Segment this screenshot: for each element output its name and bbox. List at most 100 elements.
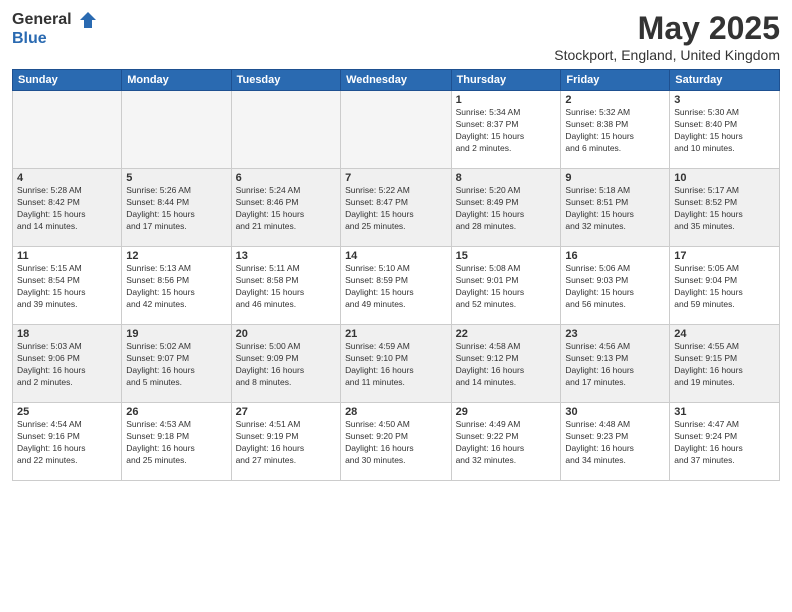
day-info: Sunrise: 5:03 AM Sunset: 9:06 PM Dayligh… — [17, 341, 117, 389]
calendar-cell: 24Sunrise: 4:55 AM Sunset: 9:15 PM Dayli… — [670, 325, 780, 403]
calendar-cell: 10Sunrise: 5:17 AM Sunset: 8:52 PM Dayli… — [670, 169, 780, 247]
day-number: 16 — [565, 250, 665, 262]
calendar-table: SundayMondayTuesdayWednesdayThursdayFrid… — [12, 69, 780, 481]
day-number: 30 — [565, 406, 665, 418]
day-info: Sunrise: 4:53 AM Sunset: 9:18 PM Dayligh… — [126, 419, 226, 467]
day-info: Sunrise: 5:10 AM Sunset: 8:59 PM Dayligh… — [345, 263, 447, 311]
day-info: Sunrise: 4:54 AM Sunset: 9:16 PM Dayligh… — [17, 419, 117, 467]
calendar-cell: 30Sunrise: 4:48 AM Sunset: 9:23 PM Dayli… — [561, 403, 670, 481]
calendar-cell: 18Sunrise: 5:03 AM Sunset: 9:06 PM Dayli… — [13, 325, 122, 403]
day-number: 18 — [17, 328, 117, 340]
day-info: Sunrise: 4:55 AM Sunset: 9:15 PM Dayligh… — [674, 341, 775, 389]
calendar-cell: 8Sunrise: 5:20 AM Sunset: 8:49 PM Daylig… — [451, 169, 561, 247]
day-info: Sunrise: 5:22 AM Sunset: 8:47 PM Dayligh… — [345, 185, 447, 233]
calendar-cell: 15Sunrise: 5:08 AM Sunset: 9:01 PM Dayli… — [451, 247, 561, 325]
weekday-header-thursday: Thursday — [451, 70, 561, 91]
title-block: May 2025 Stockport, England, United King… — [554, 10, 780, 63]
day-info: Sunrise: 5:18 AM Sunset: 8:51 PM Dayligh… — [565, 185, 665, 233]
day-number: 8 — [456, 172, 557, 184]
day-number: 27 — [236, 406, 336, 418]
calendar-cell — [13, 91, 122, 169]
calendar-cell — [122, 91, 231, 169]
day-number: 21 — [345, 328, 447, 340]
day-number: 17 — [674, 250, 775, 262]
calendar-cell: 21Sunrise: 4:59 AM Sunset: 9:10 PM Dayli… — [341, 325, 452, 403]
day-info: Sunrise: 4:47 AM Sunset: 9:24 PM Dayligh… — [674, 419, 775, 467]
calendar-cell: 13Sunrise: 5:11 AM Sunset: 8:58 PM Dayli… — [231, 247, 340, 325]
day-number: 26 — [126, 406, 226, 418]
day-info: Sunrise: 5:05 AM Sunset: 9:04 PM Dayligh… — [674, 263, 775, 311]
day-info: Sunrise: 5:06 AM Sunset: 9:03 PM Dayligh… — [565, 263, 665, 311]
day-number: 1 — [456, 94, 557, 106]
calendar-cell: 20Sunrise: 5:00 AM Sunset: 9:09 PM Dayli… — [231, 325, 340, 403]
day-number: 23 — [565, 328, 665, 340]
day-info: Sunrise: 5:02 AM Sunset: 9:07 PM Dayligh… — [126, 341, 226, 389]
day-number: 25 — [17, 406, 117, 418]
day-number: 3 — [674, 94, 775, 106]
calendar-cell: 12Sunrise: 5:13 AM Sunset: 8:56 PM Dayli… — [122, 247, 231, 325]
day-number: 20 — [236, 328, 336, 340]
calendar-cell: 3Sunrise: 5:30 AM Sunset: 8:40 PM Daylig… — [670, 91, 780, 169]
day-number: 15 — [456, 250, 557, 262]
day-number: 5 — [126, 172, 226, 184]
day-info: Sunrise: 5:08 AM Sunset: 9:01 PM Dayligh… — [456, 263, 557, 311]
weekday-header-saturday: Saturday — [670, 70, 780, 91]
day-info: Sunrise: 5:20 AM Sunset: 8:49 PM Dayligh… — [456, 185, 557, 233]
weekday-header-friday: Friday — [561, 70, 670, 91]
calendar-cell — [231, 91, 340, 169]
logo-blue: Blue — [12, 30, 98, 48]
day-info: Sunrise: 5:11 AM Sunset: 8:58 PM Dayligh… — [236, 263, 336, 311]
day-info: Sunrise: 5:26 AM Sunset: 8:44 PM Dayligh… — [126, 185, 226, 233]
logo-general: General — [12, 10, 98, 30]
calendar-cell: 2Sunrise: 5:32 AM Sunset: 8:38 PM Daylig… — [561, 91, 670, 169]
calendar-cell: 14Sunrise: 5:10 AM Sunset: 8:59 PM Dayli… — [341, 247, 452, 325]
day-info: Sunrise: 4:48 AM Sunset: 9:23 PM Dayligh… — [565, 419, 665, 467]
calendar-cell: 16Sunrise: 5:06 AM Sunset: 9:03 PM Dayli… — [561, 247, 670, 325]
day-number: 24 — [674, 328, 775, 340]
day-info: Sunrise: 5:30 AM Sunset: 8:40 PM Dayligh… — [674, 107, 775, 155]
calendar-cell: 9Sunrise: 5:18 AM Sunset: 8:51 PM Daylig… — [561, 169, 670, 247]
day-info: Sunrise: 5:00 AM Sunset: 9:09 PM Dayligh… — [236, 341, 336, 389]
day-info: Sunrise: 5:17 AM Sunset: 8:52 PM Dayligh… — [674, 185, 775, 233]
weekday-header-sunday: Sunday — [13, 70, 122, 91]
day-info: Sunrise: 4:50 AM Sunset: 9:20 PM Dayligh… — [345, 419, 447, 467]
page: General Blue May 2025 Stockport, England… — [0, 0, 792, 612]
calendar-cell — [341, 91, 452, 169]
month-title: May 2025 — [554, 10, 780, 47]
day-info: Sunrise: 4:58 AM Sunset: 9:12 PM Dayligh… — [456, 341, 557, 389]
day-info: Sunrise: 4:49 AM Sunset: 9:22 PM Dayligh… — [456, 419, 557, 467]
logo: General Blue — [12, 10, 98, 48]
calendar-cell: 6Sunrise: 5:24 AM Sunset: 8:46 PM Daylig… — [231, 169, 340, 247]
location: Stockport, England, United Kingdom — [554, 47, 780, 63]
day-number: 9 — [565, 172, 665, 184]
day-info: Sunrise: 5:13 AM Sunset: 8:56 PM Dayligh… — [126, 263, 226, 311]
day-info: Sunrise: 5:28 AM Sunset: 8:42 PM Dayligh… — [17, 185, 117, 233]
day-number: 22 — [456, 328, 557, 340]
calendar-cell: 26Sunrise: 4:53 AM Sunset: 9:18 PM Dayli… — [122, 403, 231, 481]
day-number: 28 — [345, 406, 447, 418]
day-info: Sunrise: 5:15 AM Sunset: 8:54 PM Dayligh… — [17, 263, 117, 311]
calendar-cell: 17Sunrise: 5:05 AM Sunset: 9:04 PM Dayli… — [670, 247, 780, 325]
day-number: 6 — [236, 172, 336, 184]
weekday-header-tuesday: Tuesday — [231, 70, 340, 91]
day-info: Sunrise: 4:51 AM Sunset: 9:19 PM Dayligh… — [236, 419, 336, 467]
day-number: 10 — [674, 172, 775, 184]
calendar-cell: 22Sunrise: 4:58 AM Sunset: 9:12 PM Dayli… — [451, 325, 561, 403]
calendar-cell: 27Sunrise: 4:51 AM Sunset: 9:19 PM Dayli… — [231, 403, 340, 481]
day-number: 12 — [126, 250, 226, 262]
calendar-cell: 1Sunrise: 5:34 AM Sunset: 8:37 PM Daylig… — [451, 91, 561, 169]
day-number: 19 — [126, 328, 226, 340]
logo-text: General Blue — [12, 10, 98, 48]
calendar-cell: 23Sunrise: 4:56 AM Sunset: 9:13 PM Dayli… — [561, 325, 670, 403]
day-info: Sunrise: 4:59 AM Sunset: 9:10 PM Dayligh… — [345, 341, 447, 389]
day-info: Sunrise: 5:34 AM Sunset: 8:37 PM Dayligh… — [456, 107, 557, 155]
day-number: 4 — [17, 172, 117, 184]
calendar-cell: 11Sunrise: 5:15 AM Sunset: 8:54 PM Dayli… — [13, 247, 122, 325]
day-number: 7 — [345, 172, 447, 184]
day-number: 29 — [456, 406, 557, 418]
calendar-cell: 31Sunrise: 4:47 AM Sunset: 9:24 PM Dayli… — [670, 403, 780, 481]
day-info: Sunrise: 4:56 AM Sunset: 9:13 PM Dayligh… — [565, 341, 665, 389]
calendar-cell: 29Sunrise: 4:49 AM Sunset: 9:22 PM Dayli… — [451, 403, 561, 481]
header: General Blue May 2025 Stockport, England… — [12, 10, 780, 63]
calendar-cell: 28Sunrise: 4:50 AM Sunset: 9:20 PM Dayli… — [341, 403, 452, 481]
